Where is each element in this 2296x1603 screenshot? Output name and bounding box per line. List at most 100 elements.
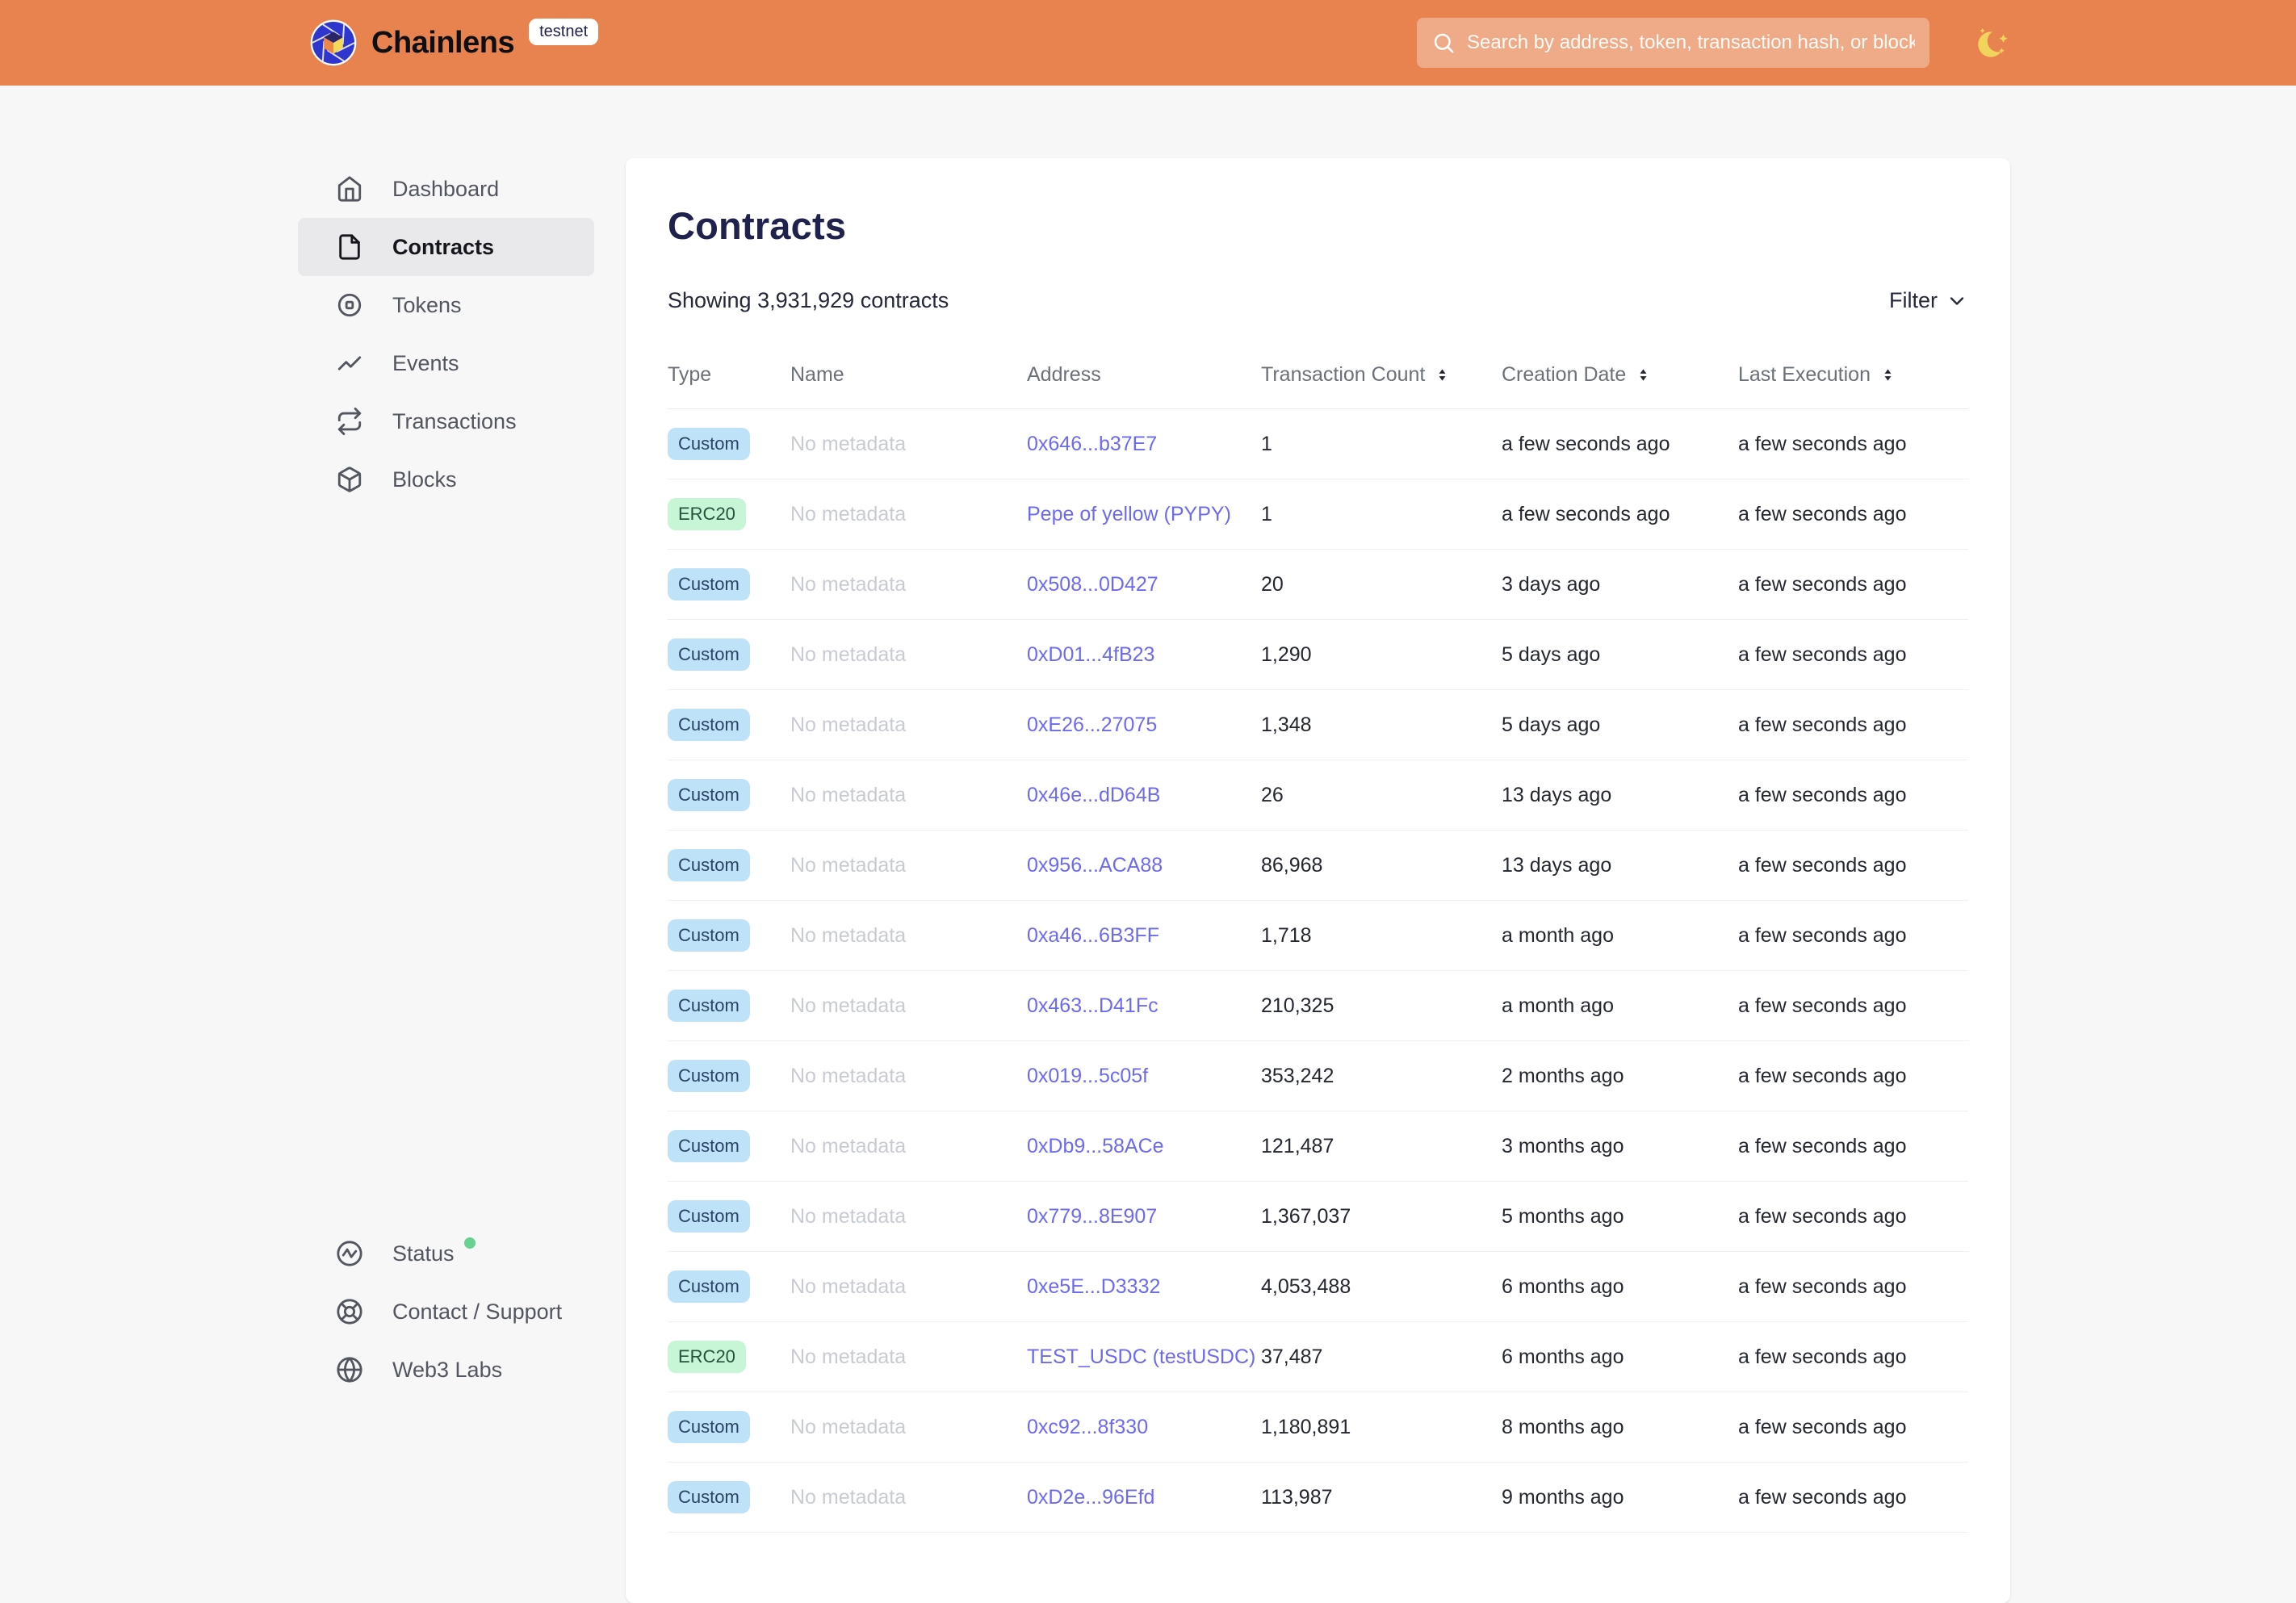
transactions-icon [337, 408, 362, 435]
sidebar-item-label: Contracts [392, 234, 495, 259]
search-input[interactable] [1467, 31, 1915, 54]
address-link[interactable]: 0x46e...dD64B [1027, 784, 1160, 806]
address-link[interactable]: 0xDb9...58ACe [1027, 1135, 1164, 1157]
global-search [1417, 18, 1929, 68]
type-cell: Custom [668, 1411, 790, 1443]
type-badge: Custom [668, 1060, 750, 1092]
brand-name: Chainlens [371, 25, 515, 60]
name-cell: No metadata [790, 1485, 907, 1509]
last-execution-cell: a few seconds ago [1738, 1274, 1907, 1298]
sidebar-item-dashboard[interactable]: Dashboard [298, 160, 594, 218]
name-cell: No metadata [790, 713, 907, 736]
address-link[interactable]: 0xa46...6B3FF [1027, 924, 1159, 947]
sidebar-item-web3-labs[interactable]: Web3 Labs [298, 1341, 594, 1399]
column-header-creation-date[interactable]: Creation Date [1502, 363, 1738, 387]
type-cell: Custom [668, 919, 790, 952]
tx-count-cell: 37,487 [1261, 1345, 1323, 1368]
creation-date-cell: 6 months ago [1502, 1345, 1624, 1368]
sidebar-item-blocks[interactable]: Blocks [298, 450, 594, 509]
name-cell: No metadata [790, 923, 907, 947]
column-header-last-execution[interactable]: Last Execution [1738, 363, 1968, 387]
type-cell: Custom [668, 1130, 790, 1162]
address-link[interactable]: 0x019...5c05f [1027, 1065, 1148, 1087]
last-execution-cell: a few seconds ago [1738, 1134, 1907, 1157]
type-badge: ERC20 [668, 1341, 746, 1373]
type-cell: Custom [668, 1270, 790, 1303]
type-badge: Custom [668, 568, 750, 601]
sidebar-item-tokens[interactable]: Tokens [298, 276, 594, 334]
name-cell: No metadata [790, 853, 907, 877]
address-link[interactable]: 0xe5E...D3332 [1027, 1275, 1160, 1298]
address-link[interactable]: Pepe of yellow (PYPY) [1027, 503, 1231, 525]
chevron-down-icon [1950, 296, 1964, 305]
tx-count-cell: 86,968 [1261, 853, 1323, 877]
address-link[interactable]: 0xc92...8f330 [1027, 1416, 1148, 1438]
filter-button[interactable]: Filter [1889, 288, 1968, 313]
table-row: Custom No metadata 0x779...8E907 1,367,037 5… [668, 1182, 1968, 1252]
app-header: Chainlens testnet [0, 0, 2296, 86]
address-link[interactable]: 0xD01...4fB23 [1027, 643, 1154, 666]
sidebar-item-status[interactable]: Status [298, 1224, 594, 1283]
address-link[interactable]: 0x508...0D427 [1027, 573, 1158, 596]
sidebar-item-label: Tokens [392, 292, 462, 317]
moon-icon [1978, 27, 2009, 57]
type-badge: Custom [668, 1411, 750, 1443]
table-row: Custom No metadata 0xD01...4fB23 1,290 5 day… [668, 620, 1968, 690]
sidebar-item-label: Transactions [392, 408, 517, 433]
search-icon [1431, 31, 1456, 55]
type-badge: Custom [668, 709, 750, 741]
type-cell: Custom [668, 638, 790, 671]
brand-logo-link[interactable]: Chainlens testnet [310, 0, 599, 86]
address-link[interactable]: TEST_USDC (testUSDC) [1027, 1346, 1255, 1368]
creation-date-cell: 2 months ago [1502, 1064, 1624, 1087]
address-cell: 0xe5E...D3332 [1027, 1275, 1261, 1299]
type-cell: Custom [668, 990, 790, 1022]
creation-date-cell: 5 months ago [1502, 1204, 1624, 1228]
table-row: Custom No metadata 0xe5E...D3332 4,053,488 6… [668, 1252, 1968, 1322]
type-cell: Custom [668, 568, 790, 601]
address-link[interactable]: 0xD2e...96Efd [1027, 1486, 1154, 1509]
table-row: ERC20 No metadata Pepe of yellow (PYPY) 1 a … [668, 479, 1968, 550]
creation-date-cell: a month ago [1502, 994, 1614, 1017]
sidebar-item-events[interactable]: Events [298, 334, 594, 392]
page-title: Contracts [668, 204, 847, 247]
address-link[interactable]: 0x463...D41Fc [1027, 994, 1158, 1017]
type-badge: Custom [668, 919, 750, 952]
table-row: Custom No metadata 0x646...b37E7 1 a few sec… [668, 409, 1968, 479]
column-header-transaction-count[interactable]: Transaction Count [1261, 363, 1502, 387]
tx-count-cell: 1,180,891 [1261, 1415, 1351, 1438]
last-execution-cell: a few seconds ago [1738, 1485, 1907, 1509]
sidebar-item-label: Dashboard [392, 176, 500, 201]
sidebar-item-label: Status [392, 1241, 455, 1266]
type-cell: Custom [668, 1481, 790, 1513]
address-cell: 0x463...D41Fc [1027, 994, 1261, 1018]
name-cell: No metadata [790, 642, 907, 666]
dark-mode-toggle[interactable] [1973, 23, 2013, 64]
address-link[interactable]: 0x779...8E907 [1027, 1205, 1157, 1228]
address-cell: 0x646...b37E7 [1027, 433, 1261, 456]
address-link[interactable]: 0xE26...27075 [1027, 714, 1157, 736]
sidebar-item-transactions[interactable]: Transactions [298, 392, 594, 450]
name-cell: No metadata [790, 572, 907, 596]
sidebar-item-contracts[interactable]: Contracts [298, 218, 594, 276]
sort-icon [1439, 369, 1446, 381]
creation-date-cell: a few seconds ago [1502, 432, 1670, 455]
last-execution-cell: a few seconds ago [1738, 783, 1907, 806]
name-cell: No metadata [790, 1345, 907, 1368]
address-cell: 0x019...5c05f [1027, 1065, 1261, 1088]
table-row: Custom No metadata 0xc92...8f330 1,180,891 8… [668, 1392, 1968, 1463]
address-link[interactable]: 0x956...ACA88 [1027, 854, 1163, 877]
type-badge: Custom [668, 428, 750, 460]
name-cell: No metadata [790, 783, 907, 806]
sidebar-item-label: Events [392, 350, 459, 375]
sidebar-item-contact-support[interactable]: Contact / Support [298, 1283, 594, 1341]
address-link[interactable]: 0x646...b37E7 [1027, 433, 1157, 455]
sidebar-footer-nav: Status Contact / Support Web3 Labs [298, 1224, 594, 1399]
last-execution-cell: a few seconds ago [1738, 853, 1907, 877]
address-cell: 0x956...ACA88 [1027, 854, 1261, 877]
last-execution-cell: a few seconds ago [1738, 1345, 1907, 1368]
table-row: ERC20 No metadata TEST_USDC (testUSDC) 37,4… [668, 1322, 1968, 1392]
last-execution-cell: a few seconds ago [1738, 1204, 1907, 1228]
tx-count-cell: 1 [1261, 432, 1272, 455]
type-cell: Custom [668, 849, 790, 881]
